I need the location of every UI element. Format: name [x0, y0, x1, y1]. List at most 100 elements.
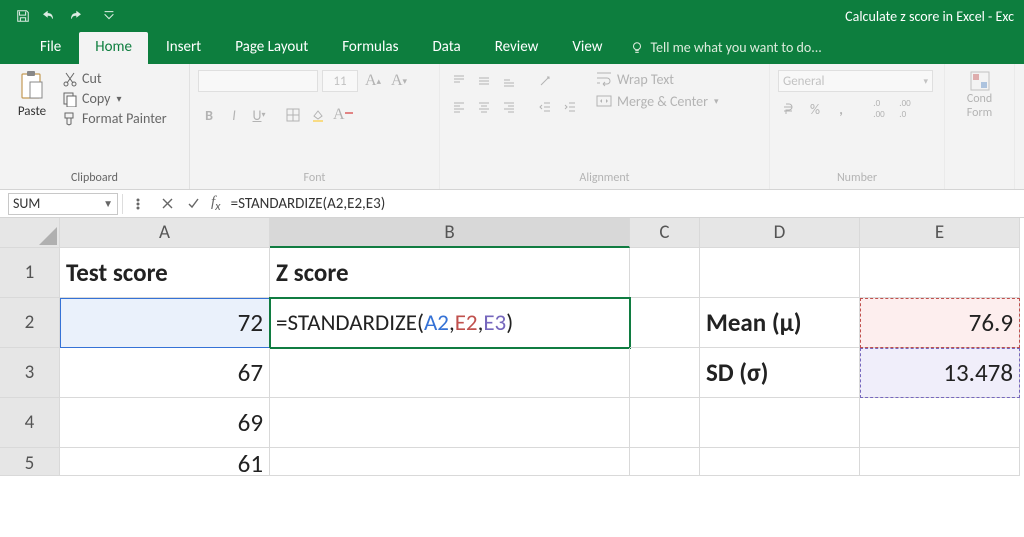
cell-B4[interactable] — [270, 398, 630, 448]
col-header-D[interactable]: D — [700, 218, 860, 248]
group-label-font: Font — [198, 167, 431, 187]
align-right-icon[interactable] — [498, 96, 520, 118]
merge-center-button[interactable]: Merge & Center▾ — [595, 92, 719, 110]
enter-formula-button[interactable] — [181, 193, 205, 215]
increase-decimal-icon[interactable]: .0.00 — [868, 98, 890, 120]
cut-button[interactable]: Cut — [62, 70, 167, 87]
cell-D3[interactable]: SD (σ) — [700, 348, 860, 398]
conditional-formatting-button[interactable]: Cond Form — [955, 70, 1005, 120]
format-painter-button[interactable]: Format Painter — [62, 110, 167, 127]
cell-B3[interactable] — [270, 348, 630, 398]
decrease-font-icon[interactable]: A▾ — [388, 70, 410, 92]
name-box[interactable]: SUM ▼ — [8, 193, 118, 215]
cell-E1[interactable] — [860, 248, 1020, 298]
tell-me-search[interactable]: Tell me what you want to do... — [620, 33, 831, 64]
cell-A5[interactable]: 61 — [60, 448, 270, 476]
col-header-C[interactable]: C — [630, 218, 700, 248]
row-header-1[interactable]: 1 — [0, 248, 60, 298]
wrap-text-button[interactable]: Wrap Text — [595, 70, 719, 88]
fx-icon[interactable]: fx — [211, 194, 221, 214]
row-header-4[interactable]: 4 — [0, 398, 60, 448]
row-header-3[interactable]: 3 — [0, 348, 60, 398]
col-header-B[interactable]: B — [270, 218, 630, 248]
comma-format-icon[interactable]: , — [830, 98, 852, 120]
ribbon: Paste Cut Copy▾ Format Painter Clipboard — [0, 64, 1024, 190]
cell-B1[interactable]: Z score — [270, 248, 630, 298]
align-top-icon[interactable] — [448, 70, 470, 92]
cell-D4[interactable] — [700, 398, 860, 448]
italic-button[interactable]: I — [223, 104, 245, 126]
qat-customize-icon[interactable] — [96, 3, 122, 29]
tab-pagelayout[interactable]: Page Layout — [219, 32, 324, 64]
font-color-icon[interactable]: A — [332, 104, 354, 126]
orientation-icon[interactable] — [534, 70, 556, 92]
cell-C5[interactable] — [630, 448, 700, 476]
align-middle-icon[interactable] — [473, 70, 495, 92]
formula-bar: SUM ▼ fx =STANDARDIZE(A2,E2,E3) — [0, 190, 1024, 218]
tab-view[interactable]: View — [556, 32, 618, 64]
cell-C3[interactable] — [630, 348, 700, 398]
group-number: General▾ % , .0.00 .00.0 Number — [770, 64, 945, 189]
lightbulb-icon — [630, 41, 644, 55]
copy-button[interactable]: Copy▾ — [62, 90, 167, 107]
borders-icon[interactable] — [282, 104, 304, 126]
tab-home[interactable]: Home — [79, 32, 148, 64]
cell-A2[interactable]: 72 — [60, 298, 270, 348]
cell-C2[interactable] — [630, 298, 700, 348]
cell-A4[interactable]: 69 — [60, 398, 270, 448]
percent-format-icon[interactable]: % — [804, 98, 826, 120]
col-header-E[interactable]: E — [860, 218, 1020, 248]
cell-A1[interactable]: Test score — [60, 248, 270, 298]
cell-C1[interactable] — [630, 248, 700, 298]
cell-D1[interactable] — [700, 248, 860, 298]
tab-data[interactable]: Data — [416, 32, 476, 64]
align-center-icon[interactable] — [473, 96, 495, 118]
cell-D2[interactable]: Mean (μ) — [700, 298, 860, 348]
font-name-dropdown[interactable] — [198, 70, 318, 92]
fill-color-icon[interactable] — [307, 104, 329, 126]
increase-indent-icon[interactable] — [559, 96, 581, 118]
cell-B5[interactable] — [270, 448, 630, 476]
formula-input[interactable]: =STANDARDIZE(A2,E2,E3) — [227, 193, 1024, 215]
accounting-format-icon[interactable] — [778, 98, 800, 120]
wrap-text-icon — [595, 70, 613, 88]
tab-formulas[interactable]: Formulas — [326, 32, 414, 64]
decrease-indent-icon[interactable] — [534, 96, 556, 118]
tab-file[interactable]: File — [24, 32, 77, 64]
undo-icon[interactable] — [36, 3, 62, 29]
paste-button[interactable]: Paste — [8, 70, 56, 167]
tab-review[interactable]: Review — [479, 32, 555, 64]
expand-formula-icon[interactable] — [129, 193, 153, 215]
number-format-dropdown[interactable]: General▾ — [778, 70, 933, 92]
decrease-decimal-icon[interactable]: .00.0 — [894, 98, 916, 120]
cell-E3[interactable]: 13.478 — [860, 348, 1020, 398]
chevron-down-icon: ▼ — [103, 197, 113, 210]
increase-font-icon[interactable]: A▴ — [362, 70, 384, 92]
redo-icon[interactable] — [62, 3, 88, 29]
cancel-formula-button[interactable] — [155, 193, 179, 215]
cell-B2[interactable]: =STANDARDIZE(A2,E2,E3) — [270, 298, 630, 348]
cell-E4[interactable] — [860, 398, 1020, 448]
cell-C4[interactable] — [630, 398, 700, 448]
group-styles: Cond Form — [945, 64, 1015, 189]
cell-E5[interactable] — [860, 448, 1020, 476]
font-size-dropdown[interactable]: 11 — [322, 70, 358, 92]
row-header-5[interactable]: 5 — [0, 448, 60, 476]
group-label-number: Number — [778, 167, 936, 187]
align-left-icon[interactable] — [448, 96, 470, 118]
bold-button[interactable]: B — [198, 104, 220, 126]
tab-insert[interactable]: Insert — [150, 32, 217, 64]
save-icon[interactable] — [10, 3, 36, 29]
select-all-corner[interactable] — [0, 218, 60, 248]
cell-D5[interactable] — [700, 448, 860, 476]
cell-E2[interactable]: 76.9 — [860, 298, 1020, 348]
col-header-A[interactable]: A — [60, 218, 270, 248]
row-header-2[interactable]: 2 — [0, 298, 60, 348]
cell-A3[interactable]: 67 — [60, 348, 270, 398]
align-bottom-icon[interactable] — [498, 70, 520, 92]
title-bar: Calculate z score in Excel - Exc — [0, 0, 1024, 32]
underline-button[interactable]: U▾ — [248, 104, 270, 126]
group-clipboard: Paste Cut Copy▾ Format Painter Clipboard — [0, 64, 190, 189]
group-label-clipboard: Clipboard — [8, 167, 181, 187]
group-alignment: Wrap Text Merge & Center▾ Alignment — [440, 64, 770, 189]
